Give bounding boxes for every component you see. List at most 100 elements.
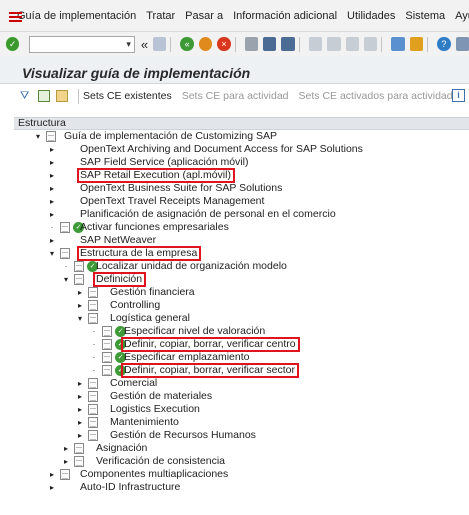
expand-arrow-icon[interactable]: ▸ [76,286,84,299]
tree-node[interactable]: · ✓ Definir, copiar, borrar, verificar cen… [14,337,469,352]
find-icon[interactable] [263,37,277,51]
tree-node[interactable]: ▸ Gestión de materiales [14,390,469,403]
tree-node[interactable]: ▸ Controlling [14,299,469,312]
tree-node[interactable]: ▸ Comercial [14,377,469,390]
expand-arrow-icon[interactable]: ▸ [76,416,84,429]
menu-sistema[interactable]: Sistema [405,10,445,22]
shortcut-icon[interactable] [409,37,424,51]
tree-node[interactable]: ▸ Asignación [14,442,469,455]
expand-arrow-icon[interactable]: ▸ [48,182,56,195]
new-session-icon[interactable] [391,37,405,51]
tree-node-label[interactable]: OpenText Business Suite for SAP Solution… [80,182,282,195]
expand-arrow-icon[interactable]: ▸ [48,143,56,156]
tree-node[interactable]: ▾ Logística general [14,312,469,325]
table-view-icon[interactable] [38,90,50,102]
collapse-arrow-icon[interactable]: ▾ [76,312,84,325]
tree-node-label[interactable]: Controlling [110,299,160,312]
tree-node-label[interactable]: Gestión financiera [110,286,195,299]
tree-node[interactable]: · ✓ Definir, copiar, borrar, verificar sec… [14,363,469,378]
documentation-icon[interactable] [74,456,84,467]
tree-node[interactable]: ▸ Logistics Execution [14,403,469,416]
collapse-arrow-icon[interactable]: ▾ [62,273,70,286]
back-icon[interactable]: « [180,37,194,51]
tree-node[interactable]: ▸ OpenText Travel Receipts Management [14,195,469,208]
menu-guia[interactable]: Guía de implementación [17,10,136,22]
last-page-icon[interactable] [364,37,378,51]
collapse-arrow-icon[interactable]: ▾ [48,247,56,260]
expand-arrow-icon[interactable]: ▸ [48,481,56,494]
documentation-icon[interactable] [88,287,98,298]
prev-page-icon[interactable] [327,37,341,51]
menu-utilidades[interactable]: Utilidades [347,10,395,22]
collapse-toolbar-button[interactable]: « [141,37,148,52]
layout-menu-icon[interactable] [455,37,469,51]
tree-node[interactable]: ▸ SAP Retail Execution (apl.móvil) [14,168,469,183]
expand-arrow-icon[interactable]: ▸ [48,468,56,481]
command-field[interactable]: ▾ [29,35,135,53]
tree-node-label[interactable]: Gestión de Recursos Humanos [110,429,256,442]
documentation-icon[interactable] [60,222,70,233]
documentation-icon[interactable] [88,430,98,441]
tree-node-label[interactable]: Mantenimiento [110,416,179,429]
tree-node-label[interactable]: Auto-ID Infrastructure [80,481,180,494]
tree-node[interactable]: ▸ Componentes multiaplicaciones [14,468,469,481]
tree-node-label[interactable]: OpenText Travel Receipts Management [80,195,264,208]
cancel-icon[interactable]: × [217,37,231,51]
sets-ce-actividad-button[interactable]: Sets CE para actividad [182,90,289,102]
expand-arrow-icon[interactable]: ▸ [76,403,84,416]
find-next-icon[interactable] [281,37,295,51]
tree-node-label[interactable]: Comercial [110,377,157,390]
documentation-icon[interactable] [88,378,98,389]
tree-node-label[interactable]: Asignación [96,442,147,455]
filter-icon[interactable]: ⛛ [20,90,32,102]
first-page-icon[interactable] [308,37,323,51]
menu-pasar-a[interactable]: Pasar a [185,10,223,22]
tree-node-label[interactable]: Guía de implementación de Customizing SA… [64,130,277,143]
tree-node-label[interactable]: Logística general [110,312,190,325]
tree-node[interactable]: ▸ OpenText Business Suite for SAP Solutio… [14,182,469,195]
documentation-icon[interactable] [74,261,84,272]
tree-node[interactable]: ▾ Estructura de la empresa [14,246,469,261]
next-page-icon[interactable] [345,37,359,51]
folder-icon[interactable] [56,90,68,102]
tree-node[interactable]: ▸ Gestión de Recursos Humanos [14,429,469,442]
tree-node[interactable]: ▸ Verificación de consistencia [14,455,469,468]
tree-node-label[interactable]: Activar funciones empresariales [80,221,229,234]
tree-node-label[interactable]: Gestión de materiales [110,390,212,403]
documentation-icon[interactable] [102,365,112,376]
documentation-icon[interactable] [74,443,84,454]
tree-node-label[interactable]: Verificación de consistencia [96,455,225,468]
documentation-icon[interactable] [102,326,112,337]
tree-node[interactable]: ▸ Auto-ID Infrastructure [14,481,469,494]
collapse-arrow-icon[interactable]: ▾ [34,130,42,143]
tree-node[interactable]: ▸ Planificación de asignación de personal… [14,208,469,221]
expand-arrow-icon[interactable]: ▸ [76,429,84,442]
command-input[interactable] [30,36,126,52]
documentation-icon[interactable] [74,274,84,285]
tree-node[interactable]: ▾ Guía de implementación de Customizing S… [14,130,469,143]
expand-arrow-icon[interactable]: ▸ [48,195,56,208]
print-icon[interactable] [244,37,259,51]
documentation-icon[interactable] [88,300,98,311]
enter-icon[interactable]: ✓ [6,37,20,51]
save-icon[interactable] [153,37,167,51]
expand-arrow-icon[interactable]: ▸ [62,442,70,455]
tree-node[interactable]: ▸ OpenText Archiving and Document Access … [14,143,469,156]
tree-node[interactable]: ▸ Mantenimiento [14,416,469,429]
documentation-icon[interactable] [46,131,56,142]
tree-node-label[interactable]: Planificación de asignación de personal … [80,208,336,221]
documentation-icon[interactable] [88,404,98,415]
expand-arrow-icon[interactable]: ▸ [62,455,70,468]
tree-node-label[interactable]: Componentes multiaplicaciones [80,468,228,481]
documentation-icon[interactable] [60,469,70,480]
chevron-down-icon[interactable]: ▾ [126,37,131,52]
sets-ce-activados-button[interactable]: Sets CE activados para actividad [299,90,453,102]
menu-informacion[interactable]: Información adicional [233,10,337,22]
expand-arrow-icon[interactable]: ▸ [76,299,84,312]
tree-node-label[interactable]: OpenText Archiving and Document Access f… [80,143,363,156]
documentation-icon[interactable] [60,248,70,259]
tree-node[interactable]: · ✓ Localizar unidad de organización model… [14,260,469,273]
tree-node[interactable]: ▾ Definición [14,272,469,287]
tree-node[interactable]: · ✓ Activar funciones empresariales [14,221,469,234]
documentation-icon[interactable] [88,313,98,324]
